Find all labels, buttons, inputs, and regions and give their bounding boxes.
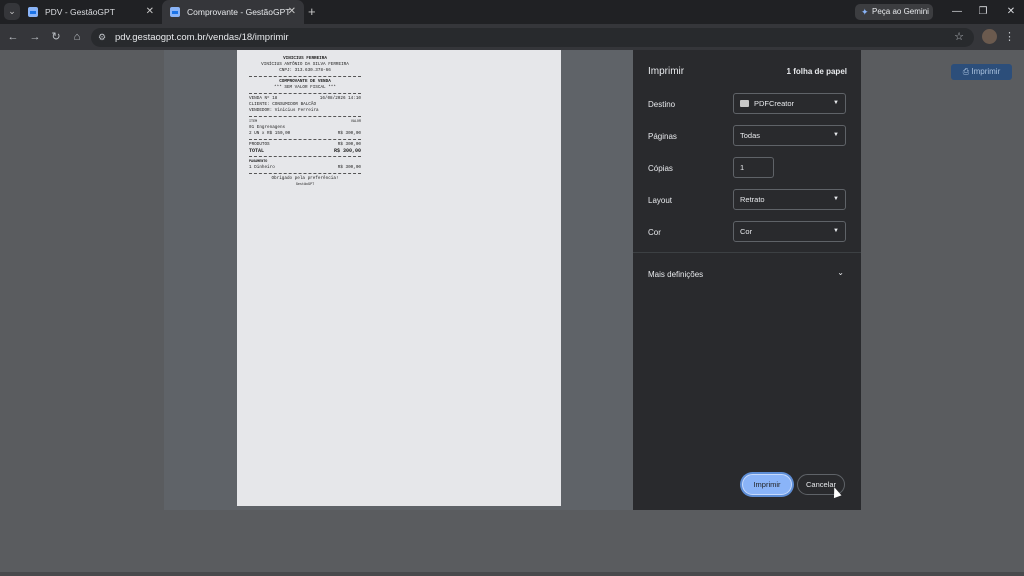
- dropdown-arrow-icon: ▼: [833, 100, 839, 106]
- sheet-count: 1 folha de papel: [786, 67, 847, 76]
- tab-pdv[interactable]: PDV - GestãoGPT ✕: [20, 0, 162, 24]
- chevron-down-icon[interactable]: ⌄: [837, 268, 844, 277]
- copies-label: Cópias: [648, 164, 673, 173]
- reload-icon[interactable]: ↻: [47, 24, 65, 50]
- forward-icon[interactable]: →: [26, 24, 44, 50]
- tab-title: Comprovante - GestãoGPT: [187, 7, 291, 17]
- close-icon[interactable]: ✕: [146, 0, 154, 24]
- tab-comprovante[interactable]: Comprovante - GestãoGPT ✕: [162, 0, 304, 24]
- receipt: VINICIUS FERREIRA VINÍCIUS ANTÔNIO DA SI…: [249, 56, 361, 188]
- receipt-item-row: 2 UN x R$ 150,00 R$ 300,00: [249, 131, 361, 137]
- back-icon[interactable]: ←: [4, 24, 22, 50]
- dropdown-arrow-icon: ▼: [833, 196, 839, 202]
- page-print-button[interactable]: ⎙ Imprimir: [951, 64, 1012, 80]
- favicon-icon: [28, 7, 38, 17]
- receipt-payment-method: 1 Dinheiro: [249, 165, 275, 170]
- site-info-icon[interactable]: ⚙: [98, 28, 106, 47]
- print-button[interactable]: Imprimir: [742, 474, 792, 495]
- pages-label: Páginas: [648, 132, 677, 141]
- url-text[interactable]: pdv.gestaogpt.com.br/vendas/18/imprimir: [115, 28, 289, 47]
- divider: [249, 139, 361, 140]
- home-icon[interactable]: ⌂: [68, 24, 86, 50]
- gemini-label: Peça ao Gemini: [872, 7, 929, 16]
- close-window-button[interactable]: ✕: [998, 0, 1024, 24]
- print-settings-panel: Imprimir 1 folha de papel Destino PDFCre…: [633, 50, 861, 510]
- divider: [249, 116, 361, 117]
- bottom-edge: [0, 572, 1024, 576]
- color-label: Cor: [648, 228, 661, 237]
- color-value: Cor: [740, 227, 753, 236]
- restore-button[interactable]: ❐: [970, 0, 996, 24]
- browser-toolbar: ← → ↻ ⌂ ⚙ pdv.gestaogpt.com.br/vendas/18…: [0, 24, 1024, 50]
- preview-page: VINICIUS FERREIRA VINÍCIUS ANTÔNIO DA SI…: [237, 50, 561, 506]
- favicon-icon: [170, 7, 180, 17]
- receipt-total-value: R$ 300,00: [333, 148, 361, 154]
- color-select[interactable]: Cor ▼: [733, 221, 846, 242]
- sparkle-icon: ✦: [861, 7, 869, 17]
- new-tab-button[interactable]: +: [308, 0, 316, 24]
- kebab-menu-icon[interactable]: ⋮: [1004, 24, 1015, 50]
- receipt-brand: GestãoGPT: [295, 183, 315, 187]
- dropdown-arrow-icon: ▼: [833, 228, 839, 234]
- destination-select[interactable]: PDFCreator ▼: [733, 93, 846, 114]
- minimize-button[interactable]: —: [944, 0, 970, 24]
- page-print-label: Imprimir: [971, 67, 1001, 76]
- receipt-total-row: TOTAL R$ 300,00: [249, 148, 361, 154]
- close-icon[interactable]: ✕: [288, 0, 296, 24]
- profile-avatar[interactable]: [982, 29, 997, 44]
- print-dialog: VINICIUS FERREIRA VINÍCIUS ANTÔNIO DA SI…: [164, 50, 861, 510]
- bookmark-star-icon[interactable]: ☆: [954, 28, 964, 47]
- col-value: VALOR: [350, 120, 361, 124]
- tab-title: PDV - GestãoGPT: [45, 7, 115, 17]
- gemini-button[interactable]: ✦ Peça ao Gemini: [855, 4, 933, 20]
- receipt-cnpj: CNPJ: 313.630.378-66: [279, 68, 331, 73]
- receipt-seller: VENDEDOR: Vinicius Ferreira: [249, 108, 319, 113]
- layout-value: Retrato: [740, 195, 765, 204]
- printer-icon: [740, 100, 749, 107]
- copies-input[interactable]: 1: [733, 157, 774, 178]
- destination-label: Destino: [648, 100, 676, 109]
- receipt-item-qty: 2 UN x R$ 150,00: [249, 131, 291, 136]
- address-bar[interactable]: ⚙ pdv.gestaogpt.com.br/vendas/18/imprimi…: [91, 28, 974, 47]
- divider: [249, 93, 361, 94]
- divider: [249, 156, 361, 157]
- layout-select[interactable]: Retrato ▼: [733, 189, 846, 210]
- more-settings-toggle[interactable]: Mais definições: [648, 270, 703, 279]
- divider: [249, 76, 361, 77]
- receipt-sale-date: 16/08/2026 14:10: [319, 96, 361, 101]
- pages-select[interactable]: Todas ▼: [733, 125, 846, 146]
- destination-value: PDFCreator: [754, 99, 795, 108]
- receipt-fiscal-note: *** SEM VALOR FISCAL ***: [274, 85, 336, 90]
- pages-value: Todas: [740, 131, 761, 140]
- dropdown-arrow-icon: ▼: [833, 132, 839, 138]
- receipt-item-total: R$ 300,00: [337, 131, 361, 136]
- print-preview: VINICIUS FERREIRA VINÍCIUS ANTÔNIO DA SI…: [164, 50, 633, 510]
- receipt-payment-value: R$ 300,00: [337, 165, 361, 170]
- receipt-payment-row: 1 Dinheiro R$ 300,00: [249, 165, 361, 171]
- receipt-total-label: TOTAL: [249, 148, 265, 154]
- divider: [633, 252, 861, 253]
- tab-search-button[interactable]: ⌄: [4, 3, 20, 20]
- tab-strip: ⌄ PDV - GestãoGPT ✕ Comprovante - Gestão…: [0, 0, 1024, 24]
- layout-label: Layout: [648, 196, 673, 205]
- divider: [249, 173, 361, 174]
- print-title: Imprimir: [648, 66, 685, 77]
